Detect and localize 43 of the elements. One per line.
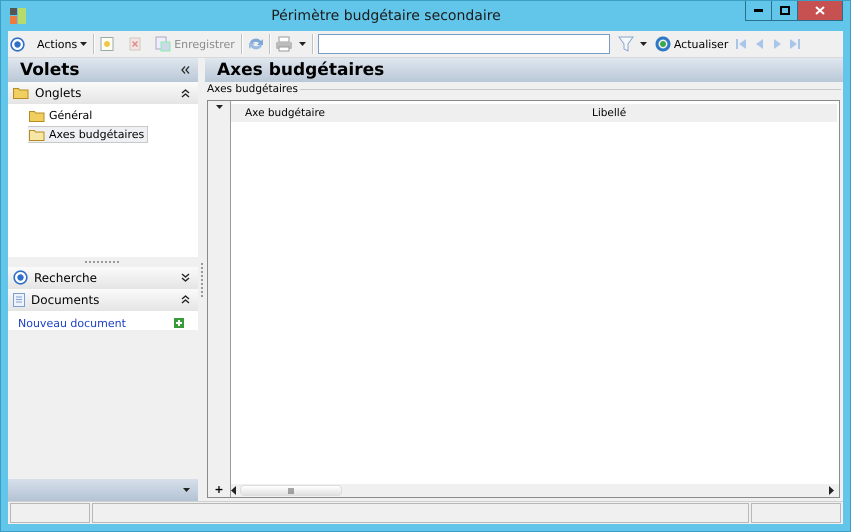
folder-icon: [13, 87, 29, 99]
folder-icon: [29, 128, 45, 140]
section-header[interactable]: Documents: [8, 288, 198, 310]
collapse-pane-icon[interactable]: [181, 66, 190, 74]
collapse-icon: [181, 295, 190, 304]
scroll-right-icon[interactable]: [829, 486, 835, 495]
caret-icon: [80, 42, 88, 46]
refresh-icon: [654, 36, 671, 52]
maximize-icon: [780, 6, 790, 15]
folder-icon: [29, 110, 45, 122]
content-title: Axes budgétaires: [217, 60, 384, 80]
section-header[interactable]: Onglets: [8, 82, 198, 104]
app-icon: [10, 8, 26, 24]
actions-menu[interactable]: Actions: [35, 33, 90, 55]
tree-item[interactable]: Général: [28, 107, 96, 124]
caret-icon: [298, 42, 306, 46]
group-label: Axes budgétaires: [207, 83, 298, 95]
target-icon: [13, 270, 28, 285]
document-icon: [13, 292, 25, 306]
target-icon: [10, 36, 25, 52]
search-field[interactable]: [318, 34, 610, 54]
expand-icon: [181, 273, 190, 282]
horizontal-scrollbar[interactable]: [231, 484, 839, 497]
column-chooser-icon: [216, 105, 222, 109]
new-document-link[interactable]: Nouveau document: [18, 316, 126, 330]
minimize-button[interactable]: [745, 1, 772, 21]
minimize-icon: [754, 9, 763, 12]
collapse-icon: [181, 88, 190, 98]
column-header[interactable]: Libellé: [578, 107, 832, 119]
refresh-button[interactable]: Actualiser: [652, 33, 730, 55]
tree-item[interactable]: Axes budgétaires: [28, 126, 148, 143]
column-header[interactable]: Axe budgétaire: [231, 107, 578, 119]
save-icon: [155, 36, 172, 52]
add-icon: [174, 318, 184, 328]
close-icon: [815, 6, 825, 15]
dropdown-icon: [183, 488, 190, 492]
caret-icon: [640, 42, 647, 46]
pane-title: Volets: [20, 60, 80, 80]
window-title: Périmètre budgétaire secondaire: [270, 8, 502, 24]
section-header[interactable]: Recherche: [8, 266, 198, 288]
close-button[interactable]: [797, 1, 843, 21]
add-row-icon[interactable]: +: [214, 483, 224, 496]
grip-icon[interactable]: [288, 488, 294, 494]
